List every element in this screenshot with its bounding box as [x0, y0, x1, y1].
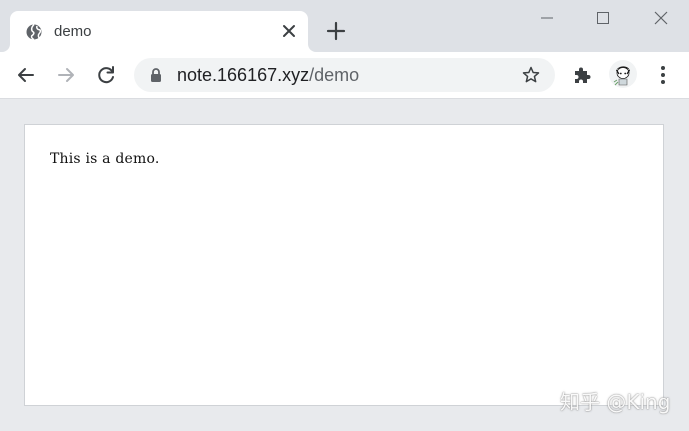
- url-path: /demo: [309, 65, 360, 85]
- bookmark-star-icon[interactable]: [521, 65, 541, 85]
- profile-avatar[interactable]: [609, 60, 637, 88]
- lock-icon[interactable]: [148, 67, 164, 83]
- browser-window: demo note.166167.xyz/demo This is a demo…: [0, 0, 689, 431]
- url-text[interactable]: note.166167.xyz/demo: [177, 65, 359, 85]
- more-menu-icon[interactable]: [651, 63, 675, 87]
- globe-icon: [26, 23, 42, 41]
- window-close-icon[interactable]: [647, 6, 675, 30]
- back-arrow-icon[interactable]: [14, 63, 38, 87]
- demo-text: This is a demo.: [50, 151, 160, 167]
- puzzle-extensions-icon[interactable]: [571, 63, 595, 87]
- address-bar[interactable]: note.166167.xyz/demo: [134, 58, 555, 92]
- watermark-text: 知乎 @King: [560, 390, 671, 414]
- page-viewport: This is a demo. 知乎 @King: [0, 99, 689, 431]
- tab-title: demo: [54, 23, 92, 40]
- forward-arrow-icon[interactable]: [54, 63, 78, 87]
- content-card: This is a demo.: [24, 124, 664, 406]
- close-tab-icon[interactable]: [280, 22, 298, 40]
- tab-strip: demo: [0, 0, 689, 52]
- url-host: note.166167.xyz: [177, 65, 310, 85]
- minimize-icon[interactable]: [533, 6, 561, 30]
- reload-icon[interactable]: [94, 63, 118, 87]
- tab-demo[interactable]: demo: [10, 11, 308, 52]
- toolbar: note.166167.xyz/demo: [0, 52, 689, 99]
- new-tab-icon[interactable]: [325, 20, 347, 42]
- maximize-icon[interactable]: [589, 6, 617, 30]
